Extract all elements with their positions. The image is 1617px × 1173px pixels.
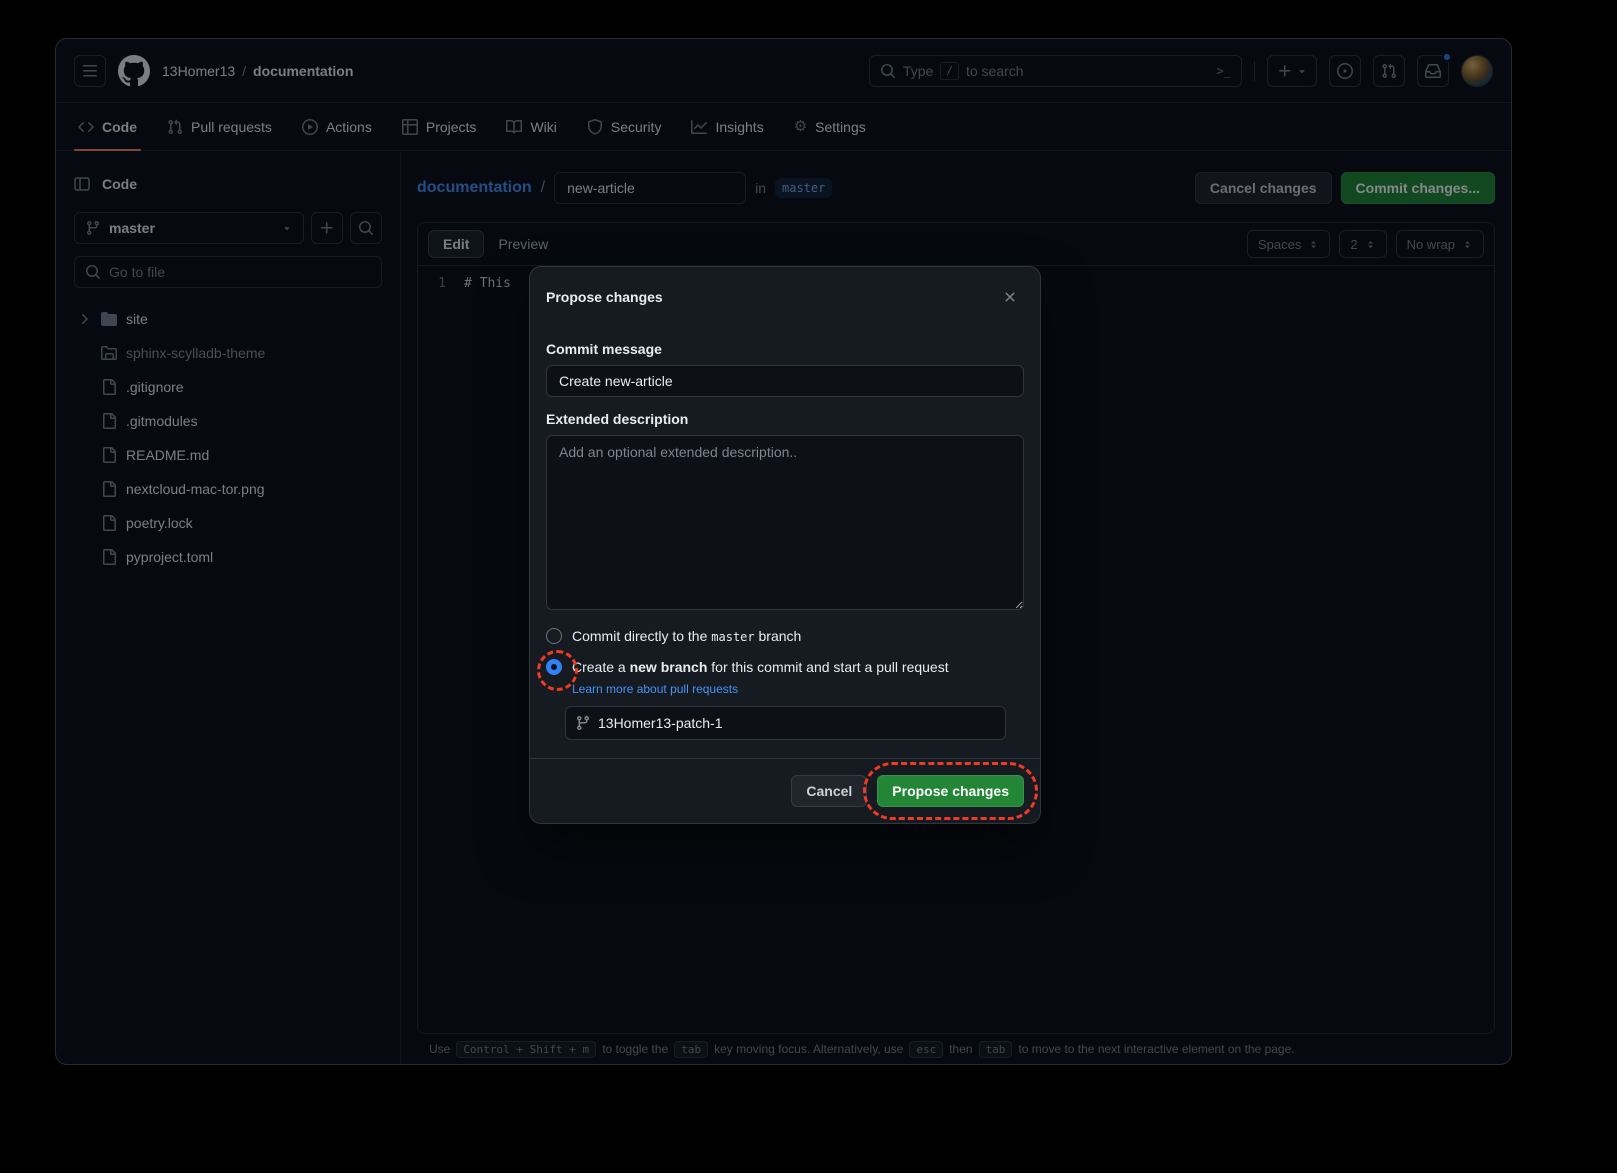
extended-description-label: Extended description — [546, 411, 1024, 427]
new-branch-name-input[interactable] — [565, 706, 1006, 740]
propose-changes-dialog: Propose changes Commit message Extended … — [529, 266, 1041, 824]
dialog-title: Propose changes — [546, 289, 663, 305]
radio-commit-directly[interactable] — [546, 628, 562, 644]
commit-message-input[interactable] — [546, 365, 1024, 397]
close-dialog-button[interactable] — [996, 283, 1024, 311]
github-window: 13Homer13 / documentation Type / to sear… — [55, 38, 1512, 1065]
close-icon — [1002, 289, 1018, 305]
cancel-button[interactable]: Cancel — [791, 775, 867, 807]
git-branch-icon — [575, 715, 591, 731]
branch-name-code: master — [711, 630, 754, 644]
extended-description-textarea[interactable] — [546, 435, 1024, 610]
dialog-header: Propose changes — [530, 267, 1040, 327]
propose-changes-button[interactable]: Propose changes — [877, 775, 1024, 807]
new-branch-name-field — [565, 706, 1006, 740]
learn-more-link[interactable]: Learn more about pull requests — [572, 682, 738, 696]
create-branch-option[interactable]: Create a new branch for this commit and … — [546, 659, 1024, 675]
radio-create-branch[interactable] — [546, 659, 562, 675]
dialog-body: Commit message Extended description Comm… — [530, 341, 1040, 740]
dialog-footer: Cancel Propose changes — [530, 758, 1040, 823]
commit-directly-option[interactable]: Commit directly to the master branch — [546, 628, 1024, 644]
commit-message-label: Commit message — [546, 341, 1024, 357]
